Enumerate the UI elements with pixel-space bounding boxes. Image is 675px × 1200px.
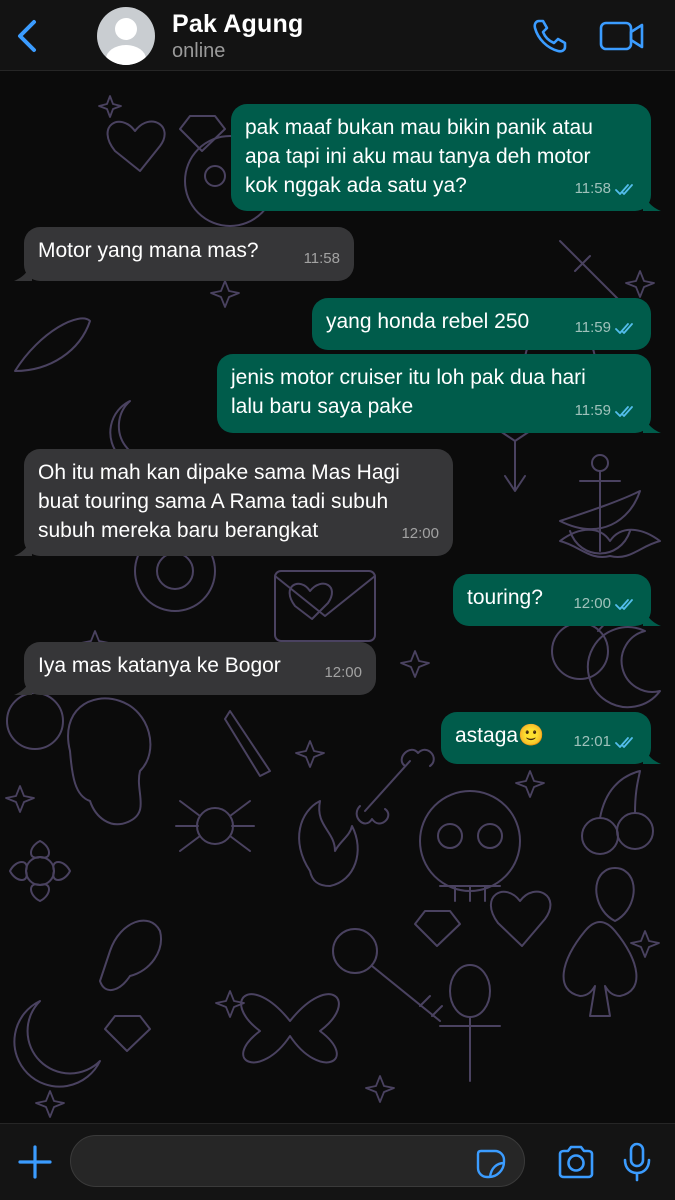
message-bubble-outgoing[interactable]: yang honda rebel 250 11:59 [312,298,651,350]
message-time: 11:59 [574,402,611,419]
message-meta: 11:59 [575,313,637,342]
plus-icon [18,1145,52,1179]
message-text: Motor yang mana mas? [38,239,259,262]
message-meta: 11:58 [304,244,340,273]
back-button[interactable] [10,16,44,56]
message-time: 12:01 [573,733,611,750]
message-meta: 11:58 [575,174,637,203]
video-call-button[interactable] [598,18,646,54]
message-time: 12:00 [324,664,362,681]
message-bubble-outgoing[interactable]: touring? 12:00 [453,574,661,626]
double-check-icon [615,736,633,748]
bubble-tail [643,193,661,211]
message-time: 11:58 [303,250,340,267]
phone-icon [533,19,567,53]
message-bubble-incoming[interactable]: Iya mas katanya ke Bogor 12:00 [14,642,376,695]
camera-icon [558,1145,594,1179]
composer-bar [0,1123,675,1200]
message-bubble-incoming[interactable]: Oh itu mah kan dipake sama Mas Hagi buat… [14,449,453,556]
double-check-icon [615,598,633,610]
message-time: 11:59 [574,319,611,336]
sticker-icon [476,1149,506,1179]
microphone-button[interactable] [622,1141,652,1183]
double-check-icon [615,322,633,334]
message-bubble-outgoing[interactable]: pak maaf bukan mau bikin panik atau apa … [231,104,661,211]
message-input[interactable] [70,1135,525,1187]
message-time: 12:00 [573,595,611,612]
bubble-tail [643,608,661,626]
bubble-tail [643,415,661,433]
message-bubble-incoming[interactable]: Motor yang mana mas? 11:58 [14,227,354,281]
message-bubble-outgoing[interactable]: jenis motor cruiser itu loh pak dua hari… [217,354,661,433]
message-bubble-outgoing[interactable]: astaga🙂 12:01 [441,712,661,764]
message-time: 11:58 [574,180,611,197]
avatar[interactable] [97,7,155,65]
message-text: Oh itu mah kan dipake sama Mas Hagi buat… [38,461,400,542]
double-check-icon [615,183,633,195]
message-meta: 12:01 [573,727,637,756]
chat-screen: Pak Agung online pak maaf bukan mau biki… [0,0,675,1200]
message-meta: 12:00 [573,589,637,618]
person-icon [106,18,146,65]
message-meta: 12:00 [401,519,439,548]
contact-name[interactable]: Pak Agung [172,10,303,39]
message-list[interactable]: pak maaf bukan mau bikin panik atau apa … [0,71,675,1123]
bubble-tail [643,746,661,764]
video-camera-icon [599,21,644,51]
double-check-icon [615,405,633,417]
attach-button[interactable] [16,1143,54,1181]
sticker-button[interactable] [475,1148,507,1180]
camera-button[interactable] [556,1144,596,1180]
bubble-tail [14,538,32,556]
voice-call-button[interactable] [530,16,570,56]
microphone-icon [623,1142,651,1182]
message-text: Iya mas katanya ke Bogor [38,654,281,677]
chevron-left-icon [18,20,36,52]
message-time: 12:00 [401,525,439,542]
bubble-tail [14,263,32,281]
message-meta: 11:59 [575,396,637,425]
contact-status: online [172,40,226,62]
chat-header: Pak Agung online [0,0,675,71]
bubble-tail [14,677,32,695]
message-meta: 12:00 [324,658,362,687]
